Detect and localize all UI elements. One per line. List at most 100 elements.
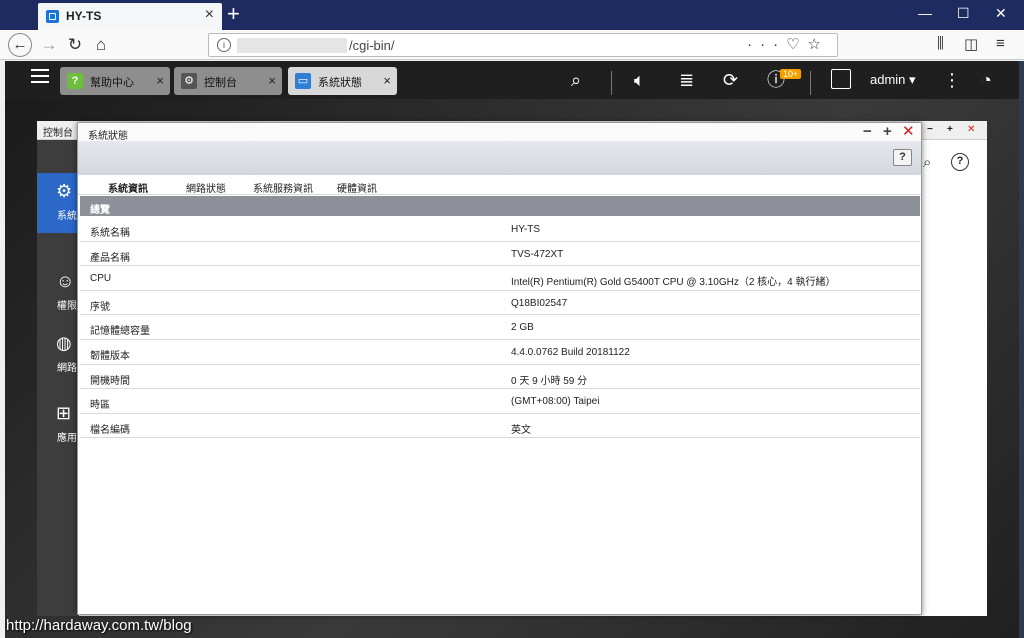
monitor-icon: ▭ — [295, 73, 311, 89]
browser-navbar: ← → ↻ ⌂ i /cgi-bin/ ···♡☆ ⫼ ◫ ≡ — [0, 30, 1024, 60]
row-key: 時區 — [90, 400, 110, 412]
control-panel-sidebar: ⚙ 系統 ☺ 權限 ◍ 網路＆檔案服務 ⊞ 應用服務 — [37, 140, 79, 616]
user-icon: ☺ — [56, 271, 75, 291]
search-icon[interactable]: ⌕ — [571, 70, 581, 90]
section-title: 總覽 — [90, 205, 110, 216]
more-options-icon[interactable]: ⋮ — [943, 70, 961, 90]
notification-badge: 10+ — [780, 69, 802, 79]
sidebar-item-network[interactable]: ◍ 網路＆檔案服務 — [37, 325, 79, 385]
maximize-button[interactable]: + — [947, 124, 953, 135]
control-panel-title: 控制台 — [43, 128, 73, 139]
row-value: (GMT+08:00) Taipei — [511, 396, 600, 408]
sidebar-item-label: 權限 — [57, 301, 77, 312]
window-title: 系統狀態 — [88, 131, 128, 142]
tab-network-status[interactable]: 網路狀態 — [186, 180, 226, 195]
reload-icon[interactable]: ↻ — [63, 33, 87, 57]
tab-help-center[interactable]: ? 幫助中心 × — [60, 67, 170, 95]
row-value: TVS-472XT — [511, 248, 564, 260]
main-menu-icon[interactable] — [31, 69, 49, 83]
row-key: 系統名稱 — [90, 228, 130, 239]
row-value: HY-TS — [511, 224, 541, 235]
home-icon[interactable]: ⌂ — [89, 33, 113, 57]
topbar-divider — [810, 71, 811, 95]
url-host-redacted — [237, 38, 347, 53]
url-path: /cgi-bin/ — [349, 38, 395, 53]
row-value: 2 GB — [511, 322, 534, 334]
url-bar[interactable]: i /cgi-bin/ ···♡☆ — [208, 33, 838, 57]
table-row: 產品名稱 TVS-472XT — [80, 242, 920, 267]
table-row: 序號 Q18BI02547 — [80, 291, 920, 316]
qnap-favicon-icon — [46, 10, 59, 23]
sidebar-item-label: 網路＆檔案服務 — [57, 363, 79, 374]
help-center-icon: ? — [67, 73, 83, 89]
user-menu[interactable]: admin ▾ — [870, 72, 916, 88]
close-tab-icon[interactable]: × — [268, 73, 276, 88]
help-button[interactable]: ? — [893, 149, 912, 166]
close-button[interactable]: ✕ — [967, 124, 975, 135]
table-row: 時區 (GMT+08:00) Taipei — [80, 389, 920, 414]
sidebar-item-privilege[interactable]: ☺ 權限 — [37, 263, 79, 323]
tab-control-panel[interactable]: ⚙ 控制台 × — [174, 67, 282, 95]
browser-tab[interactable]: HY-TS × — [38, 3, 222, 30]
table-row: 檔名編碼 英文 — [80, 414, 920, 439]
close-button[interactable]: ✕ — [902, 123, 915, 141]
row-key: CPU — [90, 273, 112, 285]
menu-icon[interactable]: ≡ — [996, 35, 1005, 52]
minimize-button[interactable]: − — [927, 124, 933, 135]
tab-hardware-info[interactable]: 硬體資訊 — [337, 180, 377, 195]
desktop-right-edge — [1019, 61, 1024, 638]
qts-topbar: ? 幫助中心 × ⚙ 控制台 × ▭ 系統狀態 × ⌕ 🔈︎ ≣ ⟳ ⓘ 10+… — [5, 61, 1019, 99]
minimize-button[interactable]: − — [863, 123, 872, 141]
background-tasks-icon[interactable]: ≣ — [679, 70, 694, 90]
tab-help-center-label: 幫助中心 — [90, 77, 134, 89]
username: admin — [870, 72, 906, 87]
section-header: 總覽 — [80, 196, 920, 216]
tab-system-status-label: 系統狀態 — [318, 77, 362, 89]
watermark: http://hardaway.com.tw/blog — [6, 617, 192, 634]
sidebar-toggle-icon[interactable]: ◫ — [964, 35, 978, 53]
minimize-window-button[interactable]: — — [918, 5, 932, 21]
pocket-icon[interactable]: ♡ — [786, 36, 807, 53]
bookmark-star-icon[interactable]: ☆ — [808, 36, 829, 53]
page-actions-icon[interactable]: ··· — [747, 36, 786, 53]
site-info-icon[interactable]: i — [217, 38, 231, 52]
url-actions[interactable]: ···♡☆ — [747, 35, 829, 53]
tab-system-service-info[interactable]: 系統服務資訊 — [253, 180, 313, 195]
library-icon[interactable]: ⫼ — [937, 35, 944, 52]
avatar[interactable] — [831, 69, 851, 89]
close-tab-icon[interactable]: × — [205, 6, 214, 24]
row-value: Intel(R) Pentium(R) Gold G5400T CPU @ 3.… — [511, 277, 836, 289]
tab-control-panel-label: 控制台 — [204, 77, 237, 89]
apps-icon: ⊞ — [56, 403, 72, 423]
window-header: ? — [78, 141, 921, 175]
sidebar-item-system[interactable]: ⚙ 系統 — [37, 173, 79, 233]
new-tab-icon[interactable]: + — [227, 2, 240, 26]
close-tab-icon[interactable]: × — [383, 73, 391, 88]
external-device-icon[interactable]: ⟳ — [723, 70, 738, 90]
status-tabs: 系統資訊 網路狀態 系統服務資訊 硬體資訊 — [78, 175, 921, 199]
topbar-divider — [611, 71, 612, 95]
search-icon[interactable]: ⌕ — [923, 154, 931, 171]
gear-icon: ⚙ — [181, 73, 197, 89]
sidebar-item-label: 系統 — [57, 211, 77, 222]
maximize-window-button[interactable]: ☐ — [957, 5, 970, 22]
gear-icon: ⚙ — [56, 181, 73, 201]
maximize-button[interactable]: + — [883, 123, 892, 141]
row-key: 產品名稱 — [90, 252, 130, 264]
browser-tab-title: HY-TS — [66, 9, 102, 23]
dashboard-gauge-icon[interactable]: ◔ — [981, 70, 992, 90]
close-tab-icon[interactable]: × — [156, 73, 164, 88]
tab-system-status[interactable]: ▭ 系統狀態 × — [288, 67, 397, 95]
system-info-table: 系統名稱 HY-TS 產品名稱 TVS-472XT CPU Intel(R) Pent… — [80, 217, 920, 439]
back-arrow-icon[interactable]: ← — [8, 33, 32, 57]
window-titlebar: 系統狀態 − + ✕ — [78, 123, 921, 142]
sidebar-item-apps[interactable]: ⊞ 應用服務 — [37, 395, 79, 455]
close-window-button[interactable]: ✕ — [995, 5, 1007, 22]
sidebar-item-label: 應用服務 — [57, 433, 79, 444]
help-icon[interactable]: ? — [951, 153, 969, 171]
row-key: 序號 — [90, 301, 110, 313]
system-status-window: 系統狀態 − + ✕ ? 系統資訊 網路狀態 系統服務資訊 硬體資訊 總覽 系統… — [77, 122, 922, 615]
forward-arrow-icon[interactable]: → — [37, 33, 61, 57]
row-key: 檔名編碼 — [90, 424, 130, 436]
volume-icon[interactable]: 🔈︎ — [634, 70, 645, 90]
